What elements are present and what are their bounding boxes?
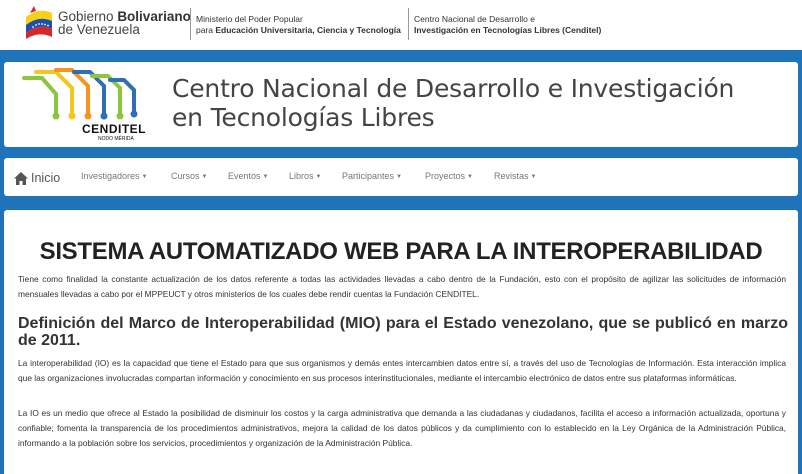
- ministry-line2-prefix: para: [196, 25, 216, 35]
- nav-item-revistas[interactable]: Revistas ▼: [494, 171, 536, 181]
- logo-subtitle: NODO MÉRIDA: [98, 136, 134, 142]
- nav-item-label: Eventos: [228, 171, 261, 181]
- government-name-line2: de Venezuela: [58, 22, 140, 37]
- nav-item-label: Cursos: [171, 171, 200, 181]
- ministry-line1: Ministerio del Poder Popular: [196, 14, 303, 24]
- government-header: Gobierno Bolivariano de Venezuela Minist…: [0, 0, 802, 50]
- nav-item-proyectos[interactable]: Proyectos ▼: [425, 171, 473, 181]
- nav-home-link[interactable]: Inicio: [14, 168, 60, 188]
- nav-item-label: Libros: [289, 171, 314, 181]
- caret-down-icon: ▼: [315, 174, 322, 180]
- nav-item-cursos[interactable]: Cursos ▼: [171, 171, 207, 181]
- caret-down-icon: ▼: [467, 174, 473, 180]
- site-title: Centro Nacional de Desarrollo e Investig…: [172, 74, 734, 132]
- site-banner: CENDITEL NODO MÉRIDA Centro Nacional de …: [4, 62, 798, 147]
- cenditel-logo[interactable]: CENDITEL NODO MÉRIDA: [16, 68, 156, 142]
- center-line2: Investigación en Tecnologías Libres (Cen…: [414, 25, 602, 35]
- government-title: Gobierno Bolivariano de Venezuela: [58, 10, 191, 37]
- interoperability-paragraph: La interoperabilidad (IO) es la capacida…: [18, 358, 786, 383]
- logo-name: CENDITEL: [82, 122, 146, 136]
- ministry-label: Ministerio del Poder Popular para Educac…: [196, 14, 401, 36]
- site-title-line1: Centro Nacional de Desarrollo e Investig…: [172, 74, 735, 103]
- gov-divider: [190, 8, 191, 40]
- section-subtitle: Definición del Marco de Interoperabilida…: [18, 315, 788, 349]
- nav-item-label: Proyectos: [425, 171, 466, 181]
- interoperability-benefits-paragraph: La IO es un medio que ofrece al Estado l…: [18, 408, 786, 448]
- nav-item-label: Revistas: [494, 171, 529, 181]
- caret-down-icon: ▼: [201, 174, 208, 180]
- gov-divider: [408, 8, 409, 40]
- center-label: Centro Nacional de Desarrollo e Investig…: [414, 14, 601, 36]
- nav-item-investigadores[interactable]: Investigadores ▼: [81, 171, 148, 181]
- intro-paragraph: Tiene como finalidad la constante actual…: [18, 274, 786, 299]
- caret-down-icon: ▼: [141, 174, 148, 180]
- page-title: SISTEMA AUTOMATIZADO WEB PARA LA INTEROP…: [39, 238, 763, 265]
- caret-down-icon: ▼: [530, 174, 537, 180]
- nav-item-label: Participantes: [342, 171, 395, 181]
- caret-down-icon: ▼: [262, 174, 269, 180]
- site-title-line2: en Tecnologías Libres: [172, 103, 435, 132]
- ministry-line2-bold: Educación Universitaria, Ciencia y Tecno…: [215, 25, 401, 35]
- venezuela-flag-icon: [26, 6, 52, 39]
- nav-item-label: Investigadores: [81, 171, 140, 181]
- caret-down-icon: ▼: [396, 174, 402, 180]
- nav-item-libros[interactable]: Libros ▼: [289, 171, 321, 181]
- nav-item-participantes[interactable]: Participantes ▼: [342, 171, 402, 181]
- main-content: SISTEMA AUTOMATIZADO WEB PARA LA INTEROP…: [4, 210, 798, 474]
- nav-home-label: Inicio: [31, 171, 61, 185]
- center-line1: Centro Nacional de Desarrollo e: [414, 14, 535, 24]
- home-icon: [14, 171, 28, 185]
- nav-item-eventos[interactable]: Eventos ▼: [228, 171, 268, 181]
- main-navbar: Inicio Investigadores ▼ Cursos ▼ Eventos ▼ …: [4, 158, 798, 196]
